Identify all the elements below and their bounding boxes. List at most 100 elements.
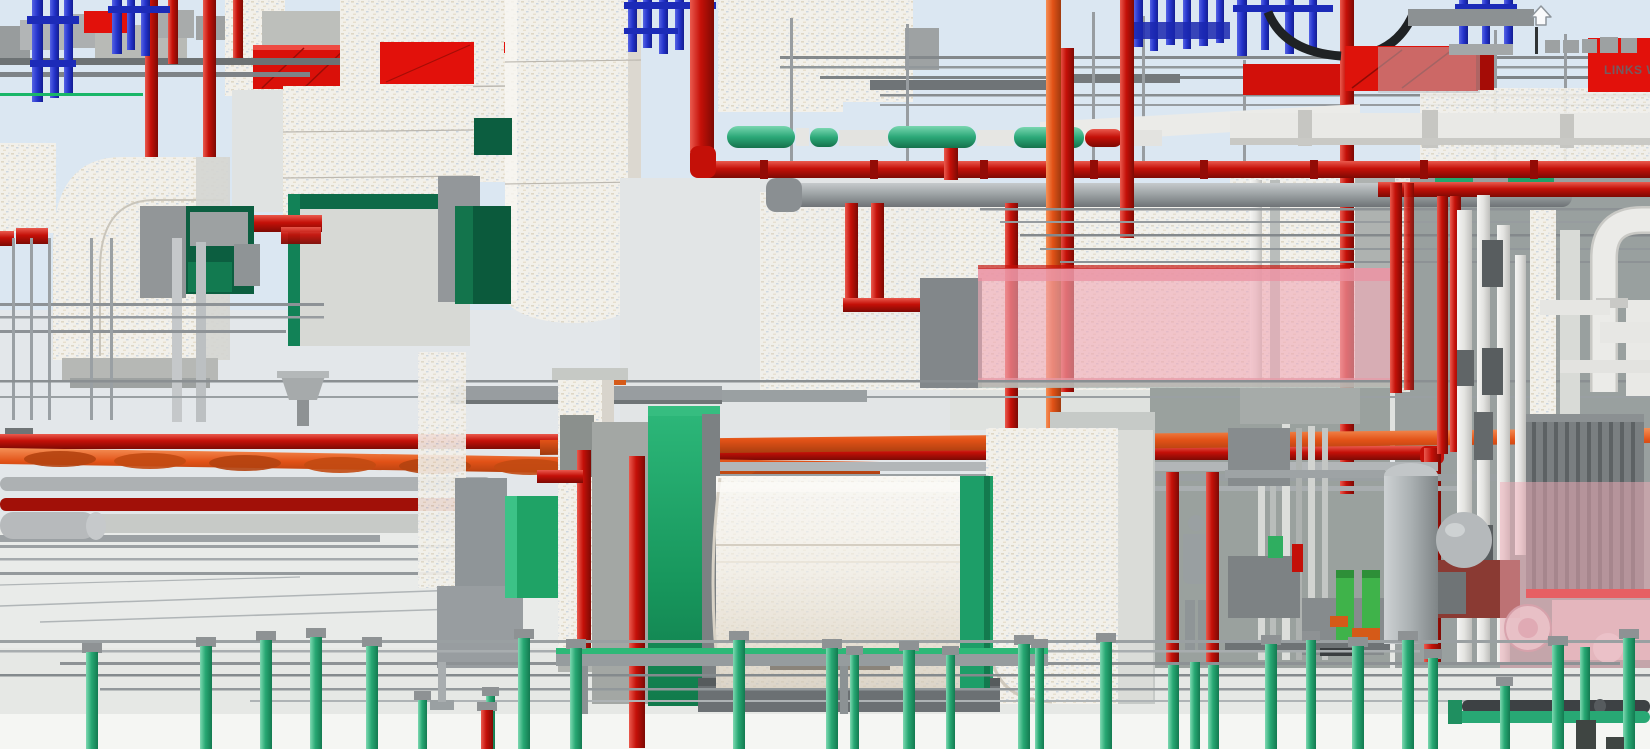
pipe-red-coupling (760, 160, 768, 179)
pipe-red-vertical (845, 203, 858, 305)
equipment-box (905, 28, 939, 70)
floor-pipe-green (570, 648, 582, 749)
pipe-red-second (1378, 182, 1650, 197)
pump-orange (1330, 616, 1348, 627)
rack-line (0, 380, 1650, 383)
glass-strip-teal (978, 382, 1408, 388)
pipe-red-vertical (1437, 196, 1448, 454)
pipe-darkred (0, 498, 488, 511)
floor-pipe-green (260, 640, 272, 749)
column-white-cap (552, 368, 628, 380)
pipe-blue-vertical (50, 0, 59, 98)
pump-green-cap (1362, 570, 1380, 578)
pipe-rack-line (820, 76, 1650, 79)
tank-vertical-body (1384, 476, 1438, 644)
pump-pink-hub (1518, 618, 1538, 638)
floor-pipe-flange (362, 637, 382, 647)
floor-pipe-green (903, 650, 915, 749)
floor-pipe-flange (1096, 633, 1116, 643)
equipment-box (1228, 556, 1300, 618)
pipe-red-horizontal (0, 434, 610, 449)
pipe-red-coupling (1310, 160, 1318, 179)
duct-white (232, 90, 284, 212)
pipe-red-vertical (1390, 183, 1402, 393)
pipe-gray-low-cap (86, 512, 106, 540)
pipe-red-vertical (1404, 183, 1414, 390)
pipe-red-coupling (1090, 160, 1098, 179)
pipe-rack-line (0, 330, 286, 333)
pipe-rack-line (780, 66, 1650, 69)
pipe-coupling-ribbed (1457, 350, 1474, 386)
pipe-blue-horizontal (27, 16, 79, 24)
rooftop-unit-row (1449, 44, 1513, 55)
clash-highlight-top (978, 268, 1394, 281)
duct-red (1243, 64, 1340, 95)
pipe-green-horizontal (1448, 711, 1650, 723)
pipe-red-elbow-left (537, 470, 583, 483)
equipment-box (437, 586, 523, 668)
pipe-horizontal (1225, 470, 1385, 478)
floor-pipe-green (1168, 665, 1179, 749)
floor-pipe-green (1500, 686, 1510, 749)
floor-pipe-flange (1619, 629, 1639, 639)
floor-pipe-flange (822, 639, 842, 649)
pipe-white-segment (796, 128, 809, 146)
pipe-green-insulated (727, 126, 795, 148)
pipe-red-vertical (233, 0, 243, 58)
floor-pipe-flange (482, 687, 499, 696)
floor-pipe-flange (1031, 639, 1048, 648)
pipe-red-main (703, 161, 1650, 178)
hanger-squiggle (1535, 27, 1538, 54)
pipe-blue-vertical (32, 0, 43, 102)
radiator-top (1526, 414, 1644, 422)
pipe-white-horizontal (1600, 322, 1650, 343)
floor-pipe-flange (1261, 635, 1281, 645)
pipe-red-vertical (944, 146, 958, 180)
floor-pipe-flange (306, 628, 326, 638)
home-view-button[interactable] (1524, 2, 1558, 28)
floor-pipe-green (518, 638, 530, 749)
floor-pipe-green (1100, 642, 1112, 749)
duct-white (0, 143, 56, 233)
pipe-red-stub (0, 231, 14, 246)
pipe-red-vertical (1120, 0, 1134, 238)
floor-pipe-flange (1548, 636, 1568, 646)
floor-pipe-green (418, 700, 427, 749)
floor-pipe-flange (414, 691, 431, 700)
valve-row-blue (1132, 22, 1230, 39)
pipe-shade (1230, 138, 1650, 145)
equipment-box (190, 212, 248, 246)
pipe-coupling-ribbed (1474, 412, 1493, 460)
pipe-blue-horizontal (108, 6, 170, 13)
equipment-green-tall-light (455, 206, 473, 304)
pipe-green-line (0, 93, 143, 96)
floor-pipe-flange (1424, 649, 1442, 659)
floor-pipe-flange (1302, 631, 1320, 641)
pipe-white-horizontal (1540, 300, 1610, 315)
person-figure-body (1183, 534, 1210, 584)
floor-pipe-green (733, 640, 745, 749)
pipe-red-thin (978, 265, 1350, 269)
floor-pipe-flange (82, 643, 102, 653)
floor-pipe-green (86, 652, 98, 749)
floor-pipe-green (1402, 640, 1414, 749)
pipe-orange-saddle (304, 457, 376, 473)
floor-pipe-red (481, 710, 493, 749)
pipe-orange-saddle (209, 455, 281, 471)
pipe-red-stub (281, 227, 321, 244)
equipment-box (455, 478, 507, 588)
pipe-dark-cap (1594, 699, 1606, 713)
floor-pedestal-stem (438, 662, 446, 702)
rooftop-unit (1563, 40, 1579, 53)
model-canvas (0, 0, 1650, 749)
model-viewport[interactable]: LINKS W (0, 0, 1650, 749)
rooftop-unit (1621, 38, 1637, 53)
duct-round-elbow (766, 178, 802, 212)
pipe-red-elbow (690, 146, 716, 178)
pipe-red-vertical (690, 0, 714, 152)
floor-pipe-green (1623, 638, 1635, 749)
floor-pipe-flange (942, 646, 959, 655)
panel-green-light (505, 496, 517, 598)
equipment-slab (262, 11, 340, 47)
floor-pipe-green (1552, 645, 1564, 749)
